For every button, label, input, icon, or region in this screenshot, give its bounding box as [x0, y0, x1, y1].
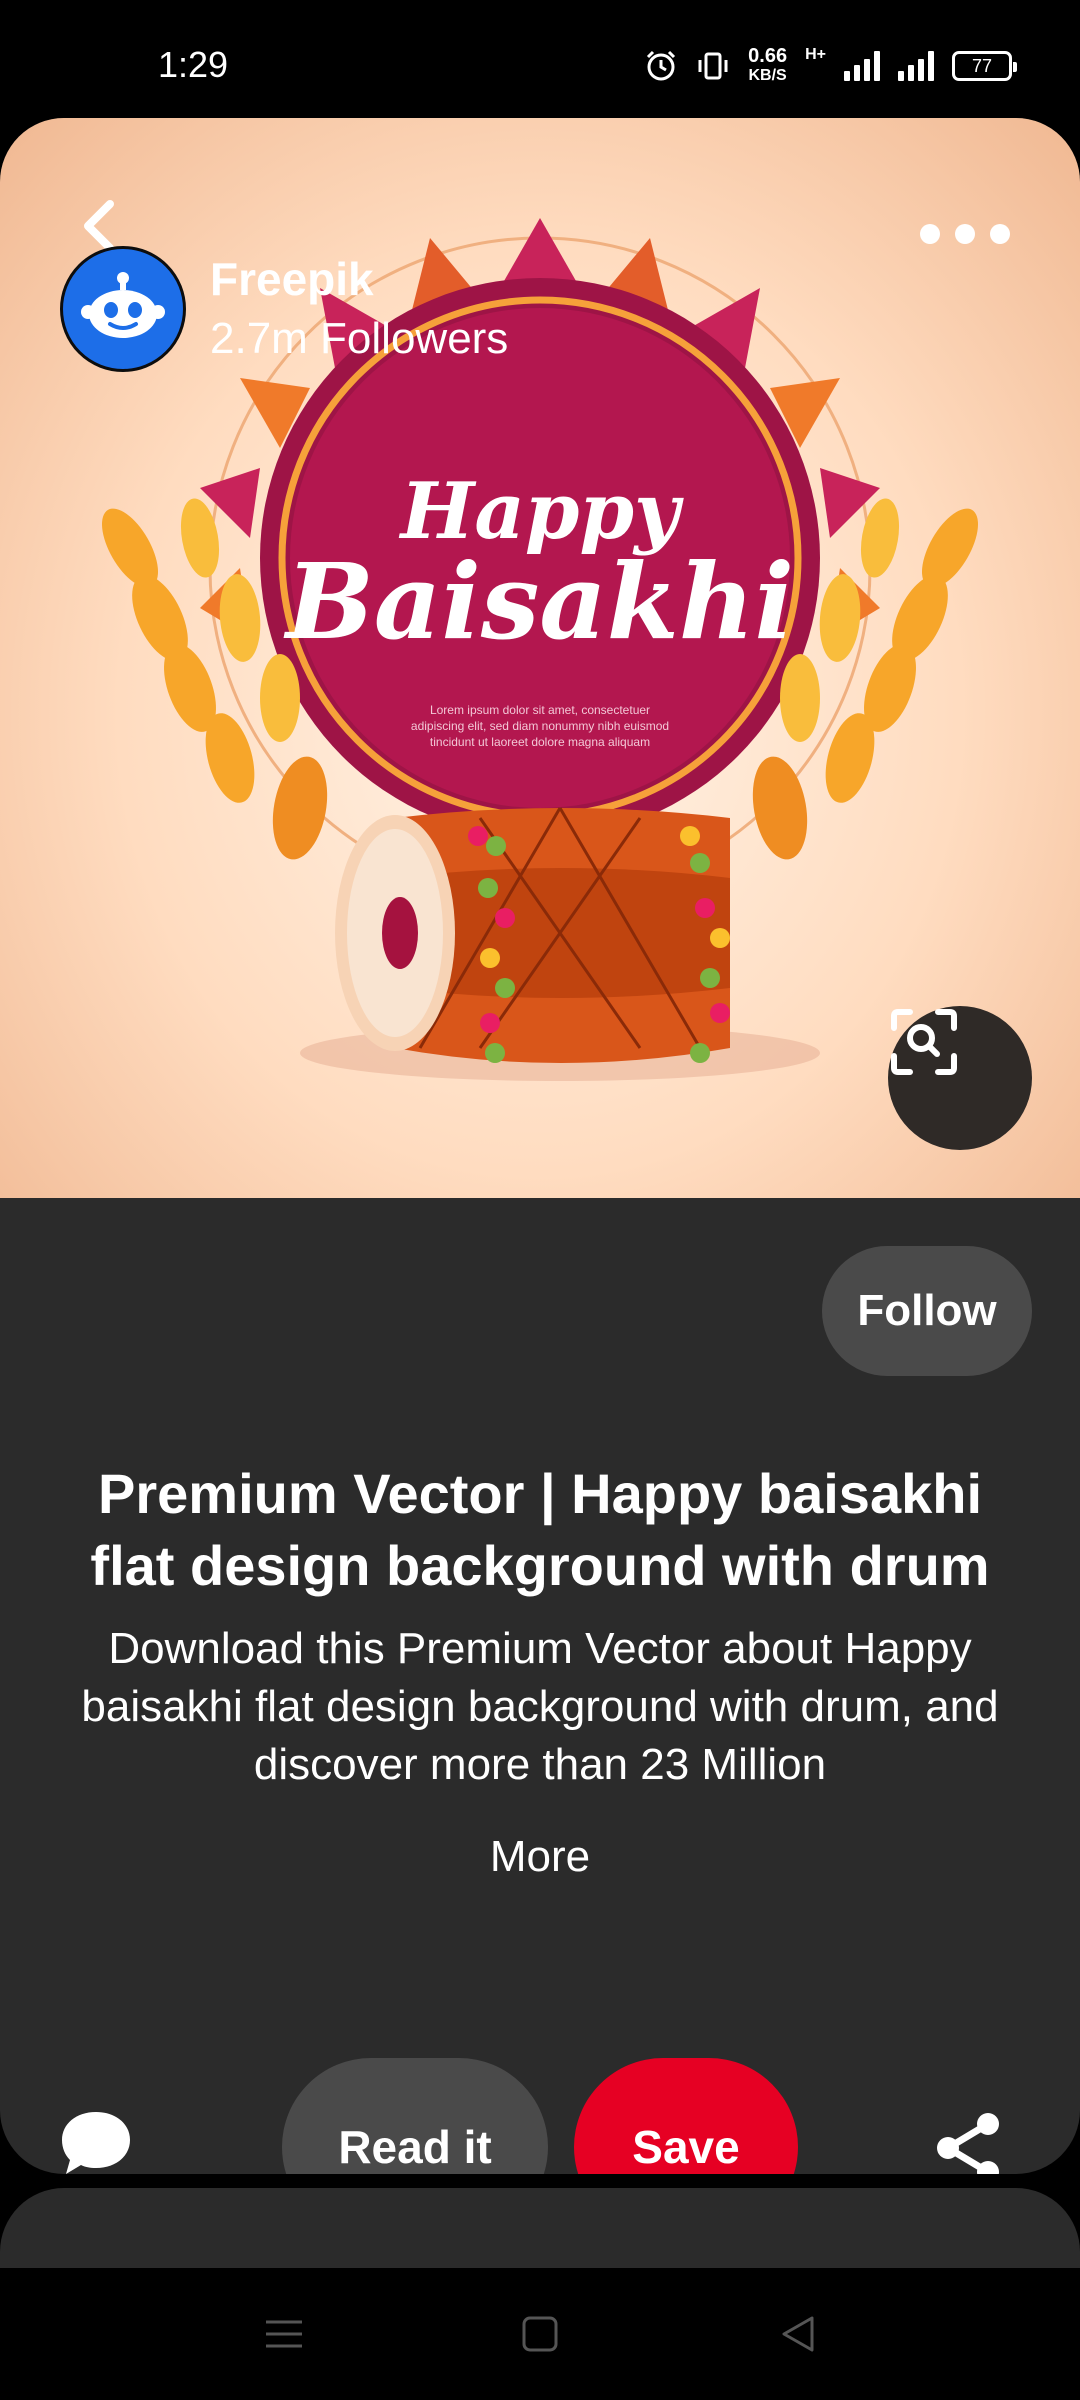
- save-button[interactable]: Save: [574, 2058, 798, 2174]
- pin-title: Premium Vector | Happy baisakhi flat des…: [90, 1462, 990, 1597]
- hero-lorem-3: tincidunt ut laoreet dolore magna aliqua…: [430, 735, 650, 749]
- system-nav-bar: [0, 2268, 1080, 2400]
- hero-headline-2: Baisakhi: [283, 540, 794, 663]
- menu-nav-icon[interactable]: [262, 2312, 306, 2356]
- battery-icon: 77: [952, 51, 1017, 81]
- signal-icon: [844, 51, 880, 81]
- alarm-icon: [647, 50, 676, 81]
- chevron-left-icon: [84, 200, 114, 252]
- status-time: 1:29: [158, 44, 229, 85]
- battery-level: 77: [971, 55, 993, 76]
- robot-avatar-icon: [81, 272, 165, 338]
- creator-avatar[interactable]: [60, 246, 186, 372]
- lens-search-icon: [891, 1009, 957, 1075]
- back-nav-icon[interactable]: [776, 2312, 820, 2356]
- net-speed-value: 0.66: [748, 45, 788, 67]
- net-speed: 0.66 KB/S: [748, 46, 787, 86]
- dhol-drum: [300, 807, 820, 1081]
- dot-icon: [990, 224, 1010, 244]
- comment-button[interactable]: [58, 2106, 134, 2174]
- pin-description: Download this Premium Vector about Happy…: [81, 1624, 999, 1789]
- net-speed-unit: KB/S: [748, 67, 787, 84]
- pin-card: Happy Baisakhi Lorem ipsum dolor sit ame…: [0, 118, 1080, 2174]
- more-options-button[interactable]: [920, 212, 1010, 256]
- network-type: H+: [805, 46, 826, 63]
- vibrate-icon: [698, 52, 728, 80]
- hero-lorem-1: Lorem ipsum dolor sit amet, consectetuer: [430, 703, 650, 717]
- status-icons: 0.66 KB/S H+ 77: [644, 46, 1017, 86]
- follow-button[interactable]: Follow: [822, 1246, 1032, 1376]
- read-it-button[interactable]: Read it: [282, 2058, 548, 2174]
- visual-search-button[interactable]: [888, 1006, 1032, 1150]
- home-nav-icon[interactable]: [518, 2312, 562, 2356]
- share-button[interactable]: [930, 2110, 1006, 2174]
- share-icon: [937, 2113, 999, 2174]
- status-bar: 1:29 0.66 KB/S H+ 77: [0, 0, 1080, 118]
- dot-icon: [955, 224, 975, 244]
- creator-name[interactable]: Freepik: [210, 252, 374, 306]
- creator-followers: 2.7m Followers: [210, 314, 509, 363]
- more-link[interactable]: More: [0, 1832, 1080, 1882]
- comment-icon: [62, 2112, 130, 2174]
- dot-icon: [920, 224, 940, 244]
- hero-lorem-2: adipiscing elit, sed diam nonummy nibh e…: [411, 719, 669, 733]
- signal-icon-2: [898, 51, 934, 81]
